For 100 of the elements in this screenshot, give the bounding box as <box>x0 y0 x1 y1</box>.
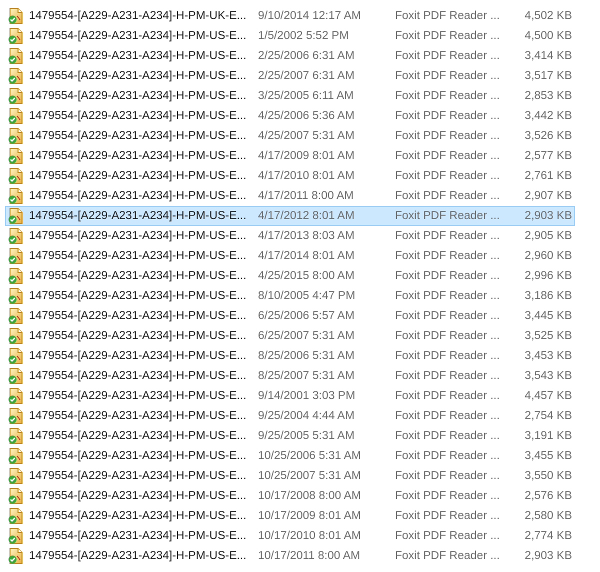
pdf-file-icon <box>8 248 23 264</box>
file-row[interactable]: 1479554-[A229-A231-A234]-H-PM-US-E... 8/25/2007 5:31 AM Foxit PDF Reader ... 3,543 KB <box>5 366 575 386</box>
file-size: 2,907 KB <box>524 190 572 202</box>
file-size: 2,960 KB <box>524 250 572 262</box>
date-modified: 4/17/2012 8:01 AM <box>258 210 355 222</box>
pdf-file-icon <box>8 328 23 344</box>
file-size: 3,525 KB <box>524 330 572 342</box>
file-row[interactable]: 1479554-[A229-A231-A234]-H-PM-US-E... 1/5/2002 5:52 PM Foxit PDF Reader ... 4,500 KB <box>5 26 575 46</box>
file-type: Foxit PDF Reader ... <box>395 550 500 562</box>
file-name: 1479554-[A229-A231-A234]-H-PM-US-E... <box>29 410 246 422</box>
file-row[interactable]: 1479554-[A229-A231-A234]-H-PM-US-E... 4/17/2011 8:00 AM Foxit PDF Reader ... 2,907 KB <box>5 186 575 206</box>
file-name: 1479554-[A229-A231-A234]-H-PM-US-E... <box>29 70 246 82</box>
file-row[interactable]: 1479554-[A229-A231-A234]-H-PM-US-E... 10/17/2009 8:01 AM Foxit PDF Reader ... 2,580 KB <box>5 506 575 526</box>
file-row[interactable]: 1479554-[A229-A231-A234]-H-PM-US-E... 10/25/2007 5:31 AM Foxit PDF Reader ... 3,550 KB <box>5 466 575 486</box>
file-row[interactable]: 1479554-[A229-A231-A234]-H-PM-US-E... 4/17/2013 8:03 AM Foxit PDF Reader ... 2,905 KB <box>5 226 575 246</box>
file-name: 1479554-[A229-A231-A234]-H-PM-US-E... <box>29 430 246 442</box>
file-name: 1479554-[A229-A231-A234]-H-PM-US-E... <box>29 350 246 362</box>
file-name: 1479554-[A229-A231-A234]-H-PM-US-E... <box>29 450 246 462</box>
file-row[interactable]: 1479554-[A229-A231-A234]-H-PM-US-E... 8/10/2005 4:47 PM Foxit PDF Reader ... 3,186 KB <box>5 286 575 306</box>
pdf-file-icon <box>8 168 23 184</box>
file-row[interactable]: 1479554-[A229-A231-A234]-H-PM-US-E... 10/25/2006 5:31 AM Foxit PDF Reader ... 3,455 KB <box>5 446 575 466</box>
file-type: Foxit PDF Reader ... <box>395 90 500 102</box>
date-modified: 4/25/2006 5:36 AM <box>258 110 355 122</box>
file-name: 1479554-[A229-A231-A234]-H-PM-US-E... <box>29 550 246 562</box>
pdf-file-icon <box>8 268 23 284</box>
date-modified: 8/25/2006 5:31 AM <box>258 350 355 362</box>
file-row[interactable]: 1479554-[A229-A231-A234]-H-PM-US-E... 10/17/2008 8:00 AM Foxit PDF Reader ... 2,576 KB <box>5 486 575 506</box>
file-name: 1479554-[A229-A231-A234]-H-PM-US-E... <box>29 90 246 102</box>
file-size: 3,543 KB <box>524 370 572 382</box>
file-name: 1479554-[A229-A231-A234]-H-PM-US-E... <box>29 150 246 162</box>
file-row[interactable]: 1479554-[A229-A231-A234]-H-PM-UK-E... 9/10/2014 12:17 AM Foxit PDF Reader ... 4,502 KB <box>5 6 575 26</box>
file-type: Foxit PDF Reader ... <box>395 210 500 222</box>
date-modified: 10/25/2006 5:31 AM <box>258 450 361 462</box>
file-type: Foxit PDF Reader ... <box>395 390 500 402</box>
file-row[interactable]: 1479554-[A229-A231-A234]-H-PM-US-E... 6/25/2007 5:31 AM Foxit PDF Reader ... 3,525 KB <box>5 326 575 346</box>
file-size: 2,774 KB <box>524 530 572 542</box>
file-type: Foxit PDF Reader ... <box>395 410 500 422</box>
file-type: Foxit PDF Reader ... <box>395 30 500 42</box>
pdf-file-icon <box>8 128 23 144</box>
file-row[interactable]: 1479554-[A229-A231-A234]-H-PM-US-E... 4/17/2012 8:01 AM Foxit PDF Reader ... 2,903 KB <box>5 206 575 226</box>
file-type: Foxit PDF Reader ... <box>395 430 500 442</box>
date-modified: 4/25/2007 5:31 AM <box>258 130 355 142</box>
pdf-file-icon <box>8 28 23 44</box>
file-size: 2,577 KB <box>524 150 572 162</box>
file-size: 2,580 KB <box>524 510 572 522</box>
file-name: 1479554-[A229-A231-A234]-H-PM-US-E... <box>29 390 246 402</box>
file-type: Foxit PDF Reader ... <box>395 10 500 22</box>
file-type: Foxit PDF Reader ... <box>395 530 500 542</box>
file-name: 1479554-[A229-A231-A234]-H-PM-US-E... <box>29 130 246 142</box>
date-modified: 2/25/2007 6:31 AM <box>258 70 355 82</box>
file-row[interactable]: 1479554-[A229-A231-A234]-H-PM-US-E... 4/17/2014 8:01 AM Foxit PDF Reader ... 2,960 KB <box>5 246 575 266</box>
file-type: Foxit PDF Reader ... <box>395 130 500 142</box>
pdf-file-icon <box>8 148 23 164</box>
file-row[interactable]: 1479554-[A229-A231-A234]-H-PM-US-E... 8/25/2006 5:31 AM Foxit PDF Reader ... 3,453 KB <box>5 346 575 366</box>
file-type: Foxit PDF Reader ... <box>395 470 500 482</box>
date-modified: 9/25/2005 5:31 AM <box>258 430 355 442</box>
file-row[interactable]: 1479554-[A229-A231-A234]-H-PM-US-E... 4/17/2009 8:01 AM Foxit PDF Reader ... 2,577 KB <box>5 146 575 166</box>
date-modified: 8/10/2005 4:47 PM <box>258 290 356 302</box>
file-type: Foxit PDF Reader ... <box>395 330 500 342</box>
date-modified: 6/25/2007 5:31 AM <box>258 330 355 342</box>
date-modified: 4/17/2014 8:01 AM <box>258 250 355 262</box>
file-name: 1479554-[A229-A231-A234]-H-PM-US-E... <box>29 270 246 282</box>
file-row[interactable]: 1479554-[A229-A231-A234]-H-PM-US-E... 4/17/2010 8:01 AM Foxit PDF Reader ... 2,761 KB <box>5 166 575 186</box>
file-row[interactable]: 1479554-[A229-A231-A234]-H-PM-US-E... 6/25/2006 5:57 AM Foxit PDF Reader ... 3,445 KB <box>5 306 575 326</box>
file-size: 3,455 KB <box>524 450 572 462</box>
date-modified: 4/17/2011 8:00 AM <box>258 190 354 202</box>
date-modified: 10/17/2009 8:01 AM <box>258 510 361 522</box>
file-row[interactable]: 1479554-[A229-A231-A234]-H-PM-US-E... 9/25/2004 4:44 AM Foxit PDF Reader ... 2,754 KB <box>5 406 575 426</box>
file-row[interactable]: 1479554-[A229-A231-A234]-H-PM-US-E... 4/25/2015 8:00 AM Foxit PDF Reader ... 2,996 KB <box>5 266 575 286</box>
date-modified: 10/25/2007 5:31 AM <box>258 470 361 482</box>
date-modified: 1/5/2002 5:52 PM <box>258 30 349 42</box>
date-modified: 9/10/2014 12:17 AM <box>258 10 361 22</box>
date-modified: 3/25/2005 6:11 AM <box>258 90 354 102</box>
pdf-file-icon <box>8 428 23 444</box>
file-row[interactable]: 1479554-[A229-A231-A234]-H-PM-US-E... 4/25/2007 5:31 AM Foxit PDF Reader ... 3,526 KB <box>5 126 575 146</box>
file-row[interactable]: 1479554-[A229-A231-A234]-H-PM-US-E... 10/17/2011 8:00 AM Foxit PDF Reader ... 2,903 KB <box>5 546 575 566</box>
pdf-file-icon <box>8 548 23 564</box>
date-modified: 2/25/2006 6:31 AM <box>258 50 355 62</box>
pdf-file-icon <box>8 508 23 524</box>
file-name: 1479554-[A229-A231-A234]-H-PM-US-E... <box>29 110 246 122</box>
file-name: 1479554-[A229-A231-A234]-H-PM-US-E... <box>29 30 246 42</box>
file-row[interactable]: 1479554-[A229-A231-A234]-H-PM-US-E... 2/25/2006 6:31 AM Foxit PDF Reader ... 3,414 KB <box>5 46 575 66</box>
file-size: 3,453 KB <box>524 350 572 362</box>
pdf-file-icon <box>8 48 23 64</box>
file-size: 3,445 KB <box>524 310 572 322</box>
file-row[interactable]: 1479554-[A229-A231-A234]-H-PM-US-E... 4/25/2006 5:36 AM Foxit PDF Reader ... 3,442 KB <box>5 106 575 126</box>
file-type: Foxit PDF Reader ... <box>395 310 500 322</box>
pdf-file-icon <box>8 208 23 224</box>
file-row[interactable]: 1479554-[A229-A231-A234]-H-PM-US-E... 3/25/2005 6:11 AM Foxit PDF Reader ... 2,853 KB <box>5 86 575 106</box>
file-type: Foxit PDF Reader ... <box>395 370 500 382</box>
file-type: Foxit PDF Reader ... <box>395 450 500 462</box>
file-name: 1479554-[A229-A231-A234]-H-PM-US-E... <box>29 510 246 522</box>
file-row[interactable]: 1479554-[A229-A231-A234]-H-PM-US-E... 9/14/2001 3:03 PM Foxit PDF Reader ... 4,457 KB <box>5 386 575 406</box>
file-row[interactable]: 1479554-[A229-A231-A234]-H-PM-US-E... 10/17/2010 8:01 AM Foxit PDF Reader ... 2,774 KB <box>5 526 575 546</box>
file-name: 1479554-[A229-A231-A234]-H-PM-US-E... <box>29 190 246 202</box>
file-size: 3,550 KB <box>524 470 572 482</box>
pdf-file-icon <box>8 368 23 384</box>
date-modified: 10/17/2008 8:00 AM <box>258 490 361 502</box>
file-row[interactable]: 1479554-[A229-A231-A234]-H-PM-US-E... 2/25/2007 6:31 AM Foxit PDF Reader ... 3,517 KB <box>5 66 575 86</box>
file-row[interactable]: 1479554-[A229-A231-A234]-H-PM-US-E... 9/25/2005 5:31 AM Foxit PDF Reader ... 3,191 KB <box>5 426 575 446</box>
